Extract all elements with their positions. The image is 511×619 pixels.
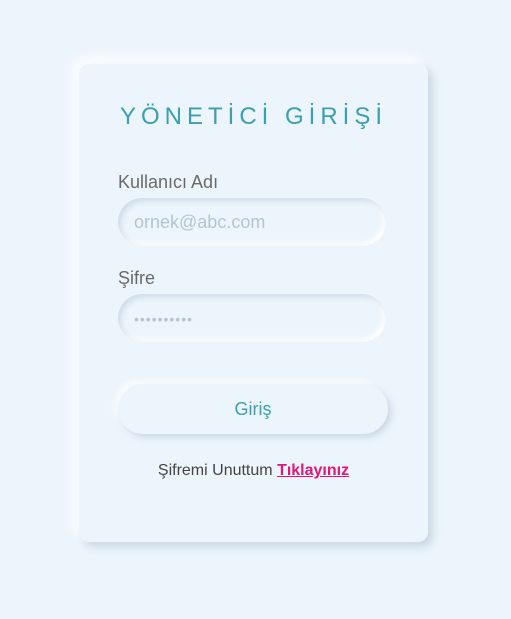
password-label: Şifre [118, 268, 156, 288]
username-label: Kullanıcı Adı [118, 172, 219, 192]
login-button[interactable]: Giriş [118, 384, 388, 434]
forgot-password-text: Şifremi Unuttum [157, 462, 273, 479]
password-input[interactable] [118, 294, 386, 342]
page-title: YÖNETİCİ GİRİŞİ [119, 103, 388, 130]
forgot-password-link[interactable]: Tıklayınız [277, 462, 349, 479]
forgot-password-row: Şifremi Unuttum Tıklayınız [79, 462, 428, 480]
username-input[interactable] [118, 198, 386, 246]
login-card: YÖNETİCİ GİRİŞİ Kullanıcı Adı Şifre Giri… [79, 64, 428, 542]
